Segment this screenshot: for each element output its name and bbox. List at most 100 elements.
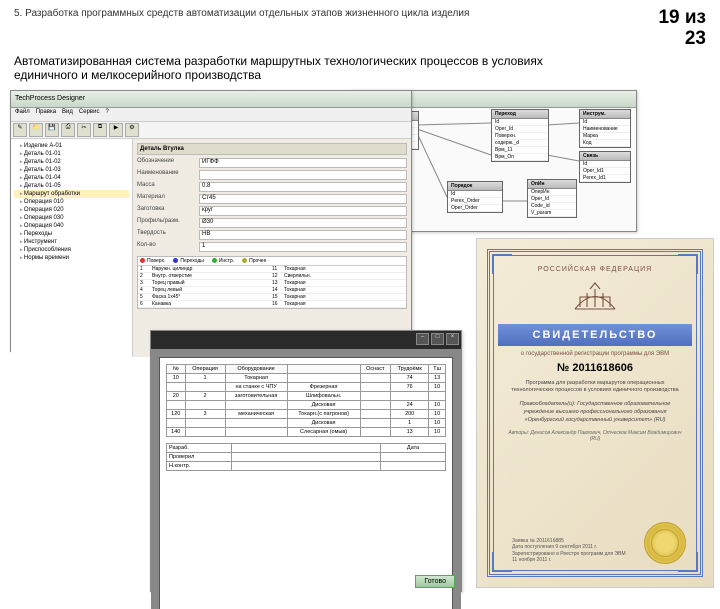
tool-cfg-icon[interactable]: ⚙: [125, 123, 139, 137]
tree-item[interactable]: Деталь 01-04: [14, 174, 129, 182]
db-box-title: ОпИн: [528, 180, 576, 189]
tree-item[interactable]: Маршрут обработки: [14, 190, 129, 198]
cert-subtitle: о государственной регистрации программы …: [504, 351, 686, 357]
db-box-title: Переход: [492, 110, 548, 119]
field-label: Профиль/разм.: [137, 218, 199, 228]
max-icon[interactable]: □: [431, 333, 444, 345]
prop-row[interactable]: 3Торец правый13Токарная: [138, 280, 406, 287]
field-input[interactable]: 1: [199, 242, 407, 252]
col-header: Операция: [185, 364, 225, 373]
main-app-window: TechProcess Designer Файл Правка Вид Сер…: [10, 90, 412, 352]
tree-item[interactable]: Нормы времени: [14, 254, 129, 262]
field-label: Кол-во: [137, 242, 199, 252]
db-box-title: Порядок: [448, 182, 502, 191]
menu-service[interactable]: Сервис: [79, 109, 100, 120]
prop-row[interactable]: 1Наружн. цилиндр11Токарная: [138, 266, 406, 273]
page-cur: 19 из: [658, 8, 706, 29]
cert-title: СВИДЕТЕЛЬСТВО: [498, 324, 692, 346]
prop-row[interactable]: 2Внутр. отверстие12Сверлильн.: [138, 273, 406, 280]
form-panel: Деталь Втулка ОбозначениеИГФФНаименовани…: [133, 139, 411, 357]
signature-block: Разраб.ДатаПроверилН.контр.: [166, 443, 446, 471]
field-label: Материал: [137, 194, 199, 204]
prop-tab[interactable]: Поверх.: [140, 258, 165, 264]
field-input[interactable]: ИГФФ: [199, 158, 407, 168]
field-label: Масса: [137, 182, 199, 192]
cert-country: РОССИЙСКАЯ ФЕДЕРАЦИЯ: [504, 266, 686, 273]
table-row: 140Слесарная (омыв)1310: [167, 427, 446, 436]
page-counter: 19 из 23: [658, 8, 706, 50]
table-row: 1203механическаяТокарн.(с патронов)20010: [167, 409, 446, 418]
tree-item[interactable]: Операция 010: [14, 198, 129, 206]
tree-item[interactable]: Деталь 01-05: [14, 182, 129, 190]
titlebar: TechProcess Designer: [11, 91, 411, 108]
paper-sheet: №ОперацияОборудованиеОснастТрудоёмкТш 10…: [159, 357, 453, 609]
field-input[interactable]: Ø30: [199, 218, 407, 228]
tree-item[interactable]: Операция 020: [14, 206, 129, 214]
tool-copy-icon[interactable]: ⧉: [93, 123, 107, 137]
slide-subtitle: Автоматизированная система разработки ма…: [0, 52, 608, 90]
field-input[interactable]: HB: [199, 230, 407, 240]
tree-item[interactable]: Изделие А-01: [14, 142, 129, 150]
col-header: Оборудование: [225, 364, 287, 373]
tree-item[interactable]: Деталь 01-01: [14, 150, 129, 158]
field-input[interactable]: 0.8: [199, 182, 407, 192]
tool-print-icon[interactable]: ⎙: [61, 123, 75, 137]
db-box-opin: ОпИн ОперИнOper_IdCode_idV_param: [527, 179, 577, 218]
field-label: Заготовка: [137, 206, 199, 216]
db-box-link: Связь IdOper_Id1Perex_Id1: [579, 151, 631, 183]
tree-item[interactable]: Переходы: [14, 230, 129, 238]
emblem-icon: [565, 279, 625, 319]
prop-row[interactable]: 6Канавка16Токарная: [138, 301, 406, 308]
menu-edit[interactable]: Правка: [36, 109, 56, 120]
close-icon[interactable]: ×: [446, 333, 459, 345]
table-row: 101Токарная7413: [167, 373, 446, 382]
field-input[interactable]: Ст45: [199, 194, 407, 204]
section-header: 5. Разработка программных средств автома…: [14, 8, 658, 50]
prop-tab[interactable]: Прочее: [242, 258, 266, 264]
tool-open-icon[interactable]: 📁: [29, 123, 43, 137]
cert-holder: Правообладатель(и): Государственное обра…: [504, 401, 686, 424]
tree-item[interactable]: Деталь 01-03: [14, 166, 129, 174]
doc-window: – □ × №ОперацияОборудованиеОснастТрудоём…: [150, 330, 462, 592]
cert-authors: Авторы: Денисов Александр Павлович, Отче…: [504, 430, 686, 442]
col-header: №: [167, 364, 186, 373]
tool-cut-icon[interactable]: ✂: [77, 123, 91, 137]
tree-item[interactable]: Операция 040: [14, 222, 129, 230]
prop-tab[interactable]: Инстр.: [212, 258, 234, 264]
tree-panel[interactable]: Изделие А-01Деталь 01-01Деталь 01-02Дета…: [11, 139, 133, 357]
menu-help[interactable]: ?: [105, 109, 108, 120]
tree-item[interactable]: Инструмент: [14, 238, 129, 246]
table-row: Дисковая2410: [167, 400, 446, 409]
tree-item[interactable]: Операция 030: [14, 214, 129, 222]
certificate: РОССИЙСКАЯ ФЕДЕРАЦИЯ СВИДЕТЕЛЬСТВО о гос…: [476, 238, 714, 588]
props-tabs[interactable]: Поверх. Переходы Инстр. Прочее: [138, 257, 406, 266]
col-header: [287, 364, 360, 373]
tool-run-icon[interactable]: ▶: [109, 123, 123, 137]
db-box-per: Переход IdOper_IdПоверхн.содерж._dВрм_11…: [491, 109, 549, 162]
table-row: 202заготовительнаяШлифовальн.: [167, 391, 446, 400]
field-label: Обозначение: [137, 158, 199, 168]
col-header: Оснаст: [360, 364, 391, 373]
tool-new-icon[interactable]: ✎: [13, 123, 27, 137]
doc-titlebar: – □ ×: [151, 331, 461, 349]
prop-tab[interactable]: Переходы: [173, 258, 203, 264]
menu-file[interactable]: Файл: [15, 109, 30, 120]
db-box-instr: Инструм. IdНаименованиеМаркаКод: [579, 109, 631, 148]
tool-save-icon[interactable]: 💾: [45, 123, 59, 137]
field-label: Твердость: [137, 230, 199, 240]
menubar[interactable]: Файл Правка Вид Сервис ?: [11, 108, 411, 122]
tree-item[interactable]: Деталь 01-02: [14, 158, 129, 166]
prop-row[interactable]: 5Фаска 1x45°15Токарная: [138, 294, 406, 301]
menu-view[interactable]: Вид: [62, 109, 73, 120]
min-icon[interactable]: –: [416, 333, 429, 345]
field-label: Наименование: [137, 170, 199, 180]
db-box-title: Связь: [580, 152, 630, 161]
form-title: Деталь Втулка: [137, 143, 407, 155]
col-header: Тш: [429, 364, 446, 373]
prop-row[interactable]: 4Торец левый14Токарная: [138, 287, 406, 294]
field-input[interactable]: [199, 170, 407, 180]
done-button[interactable]: Готово: [415, 575, 455, 588]
field-input[interactable]: круг: [199, 206, 407, 216]
seal-icon: [644, 522, 686, 564]
tree-item[interactable]: Приспособления: [14, 246, 129, 254]
